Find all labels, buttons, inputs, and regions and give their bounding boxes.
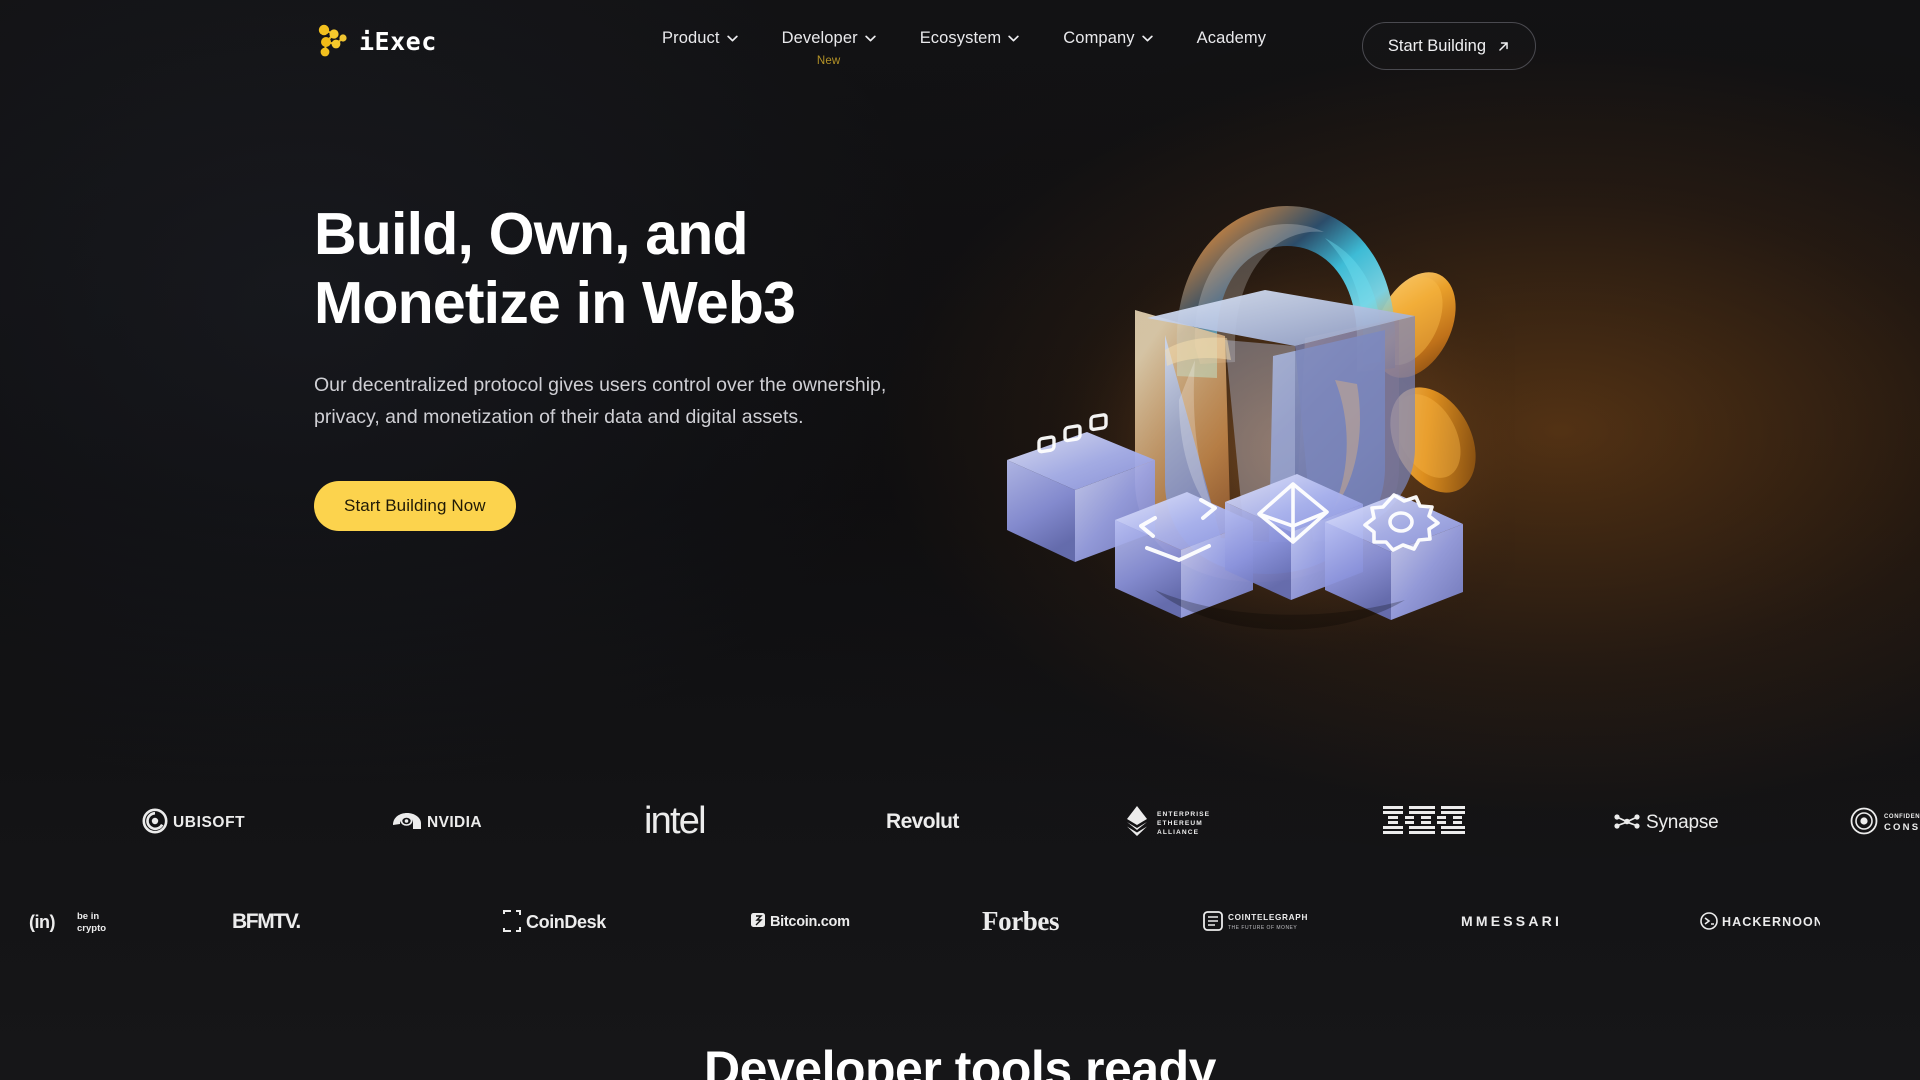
nav-item-label: Company — [1063, 28, 1135, 47]
partner-logo-nvidia[interactable]: NVIDIA — [368, 790, 518, 852]
nav-item-label: Ecosystem — [919, 28, 1002, 47]
svg-text:crypto: crypto — [77, 923, 106, 934]
start-building-header-label: Start Building — [1387, 36, 1486, 55]
svg-text:THE FUTURE OF MONEY: THE FUTURE OF MONEY — [1228, 925, 1297, 931]
nav-item-academy[interactable]: Academy — [1175, 26, 1288, 50]
svg-text:MMESSARI: MMESSARI — [1461, 913, 1562, 929]
chevron-down-icon — [1008, 35, 1019, 42]
nav-item-label: Developer — [781, 28, 858, 47]
nav-new-badge: New — [816, 55, 841, 67]
glass-padlock-3d-illustration — [995, 150, 1515, 670]
svg-text:ETHEREUM: ETHEREUM — [1157, 820, 1203, 827]
svg-text:CONFIDENTIAL COMPUTING: CONFIDENTIAL COMPUTING — [1884, 814, 1920, 820]
brand-name: iExec — [359, 26, 437, 56]
partner-logo-cointelegraph[interactable]: COINTELEGRAPH THE FUTURE OF MONEY — [1196, 890, 1346, 952]
partner-logo-row-1: UBISOFT NVIDIA intel Revolut ENTERPRISE … — [0, 790, 1920, 852]
chevron-down-icon — [864, 35, 876, 42]
hero-section: Build, Own, and Monetize in Web3 Our dec… — [314, 200, 934, 532]
nav-item-label: Academy — [1196, 28, 1267, 47]
next-section-heading: Developer tools ready — [704, 1041, 1216, 1080]
svg-text:CONSORTIUM: CONSORTIUM — [1884, 822, 1920, 833]
partner-logo-hackernoon[interactable]: HACKERNOON — [1680, 890, 1840, 952]
main-navigation: Product Developer New Ecosystem Company … — [640, 26, 1288, 68]
svg-text:(in): (in) — [29, 912, 55, 932]
svg-text:HACKERNOON: HACKERNOON — [1722, 915, 1820, 929]
partner-logo-messari[interactable]: MMESSARI — [1440, 890, 1590, 952]
partner-logo-confidential-computing-consortium[interactable]: CONFIDENTIAL COMPUTING CONSORTIUM — [1838, 790, 1920, 852]
start-building-now-button[interactable]: Start Building Now — [314, 481, 516, 532]
chevron-down-icon — [726, 35, 738, 42]
partner-logo-row-2: (in) be in crypto BFMTV. CoinDesk Bitcoi… — [0, 890, 1920, 952]
iexec-molecule-logo-icon — [314, 22, 348, 60]
partner-logo-bfmtv[interactable]: BFMTV. — [208, 890, 348, 952]
svg-text:be in: be in — [77, 911, 99, 922]
partner-logo-ubisoft[interactable]: UBISOFT — [128, 790, 268, 852]
svg-text:intel: intel — [644, 801, 705, 841]
partner-logo-ibm[interactable] — [1344, 790, 1504, 852]
svg-text:UBISOFT: UBISOFT — [173, 814, 245, 831]
partner-logo-synapse[interactable]: Synapse — [1588, 790, 1748, 852]
partner-logo-bitcoin-com[interactable]: Bitcoin.com — [728, 890, 878, 952]
svg-text:NVIDIA: NVIDIA — [427, 814, 482, 831]
partner-logo-intel[interactable]: intel — [612, 790, 772, 852]
svg-text:ENTERPRISE: ENTERPRISE — [1157, 811, 1210, 818]
svg-text:Forbes: Forbes — [982, 906, 1059, 936]
site-header: iExec Product Developer New Ecosystem Co… — [0, 0, 1920, 92]
nav-item-company[interactable]: Company — [1041, 26, 1174, 50]
arrow-up-right-icon — [1497, 40, 1510, 53]
partner-logo-beincrypto[interactable]: (in) be in crypto — [14, 890, 154, 952]
hero-subtitle-line-2: privacy, and monetization of their data … — [314, 405, 804, 428]
brand-logo[interactable]: iExec — [314, 22, 437, 60]
partner-logo-revolut[interactable]: Revolut — [856, 790, 1016, 852]
nav-item-ecosystem[interactable]: Ecosystem — [898, 26, 1042, 50]
svg-text:Bitcoin.com: Bitcoin.com — [770, 914, 850, 930]
nav-item-product[interactable]: Product — [640, 26, 760, 50]
nav-item-developer[interactable]: Developer New — [760, 26, 898, 67]
page-root: iExec Product Developer New Ecosystem Co… — [0, 0, 1920, 1080]
chevron-down-icon — [1141, 35, 1153, 42]
hero-title-line-2: Monetize in Web3 — [314, 270, 796, 337]
hero-subtitle-line-1: Our decentralized protocol gives users c… — [314, 374, 887, 397]
start-building-header-button[interactable]: Start Building — [1361, 22, 1536, 70]
svg-text:BFMTV.: BFMTV. — [232, 910, 300, 933]
svg-text:ALLIANCE: ALLIANCE — [1157, 829, 1199, 836]
svg-text:Synapse: Synapse — [1646, 812, 1719, 833]
svg-text:Revolut: Revolut — [886, 810, 959, 833]
svg-text:CoinDesk: CoinDesk — [526, 912, 607, 932]
svg-text:COINTELEGRAPH: COINTELEGRAPH — [1228, 913, 1308, 922]
hero-title-line-1: Build, Own, and — [314, 201, 749, 267]
page-title: Build, Own, and Monetize in Web3 — [314, 200, 934, 338]
partner-logo-coindesk[interactable]: CoinDesk — [480, 890, 630, 952]
hero-subtitle: Our decentralized protocol gives users c… — [314, 370, 929, 433]
nav-item-label: Product — [662, 28, 720, 47]
partner-logo-forbes[interactable]: Forbes — [952, 890, 1102, 952]
partner-logo-enterprise-ethereum-alliance[interactable]: ENTERPRISE ETHEREUM ALLIANCE — [1100, 790, 1270, 852]
